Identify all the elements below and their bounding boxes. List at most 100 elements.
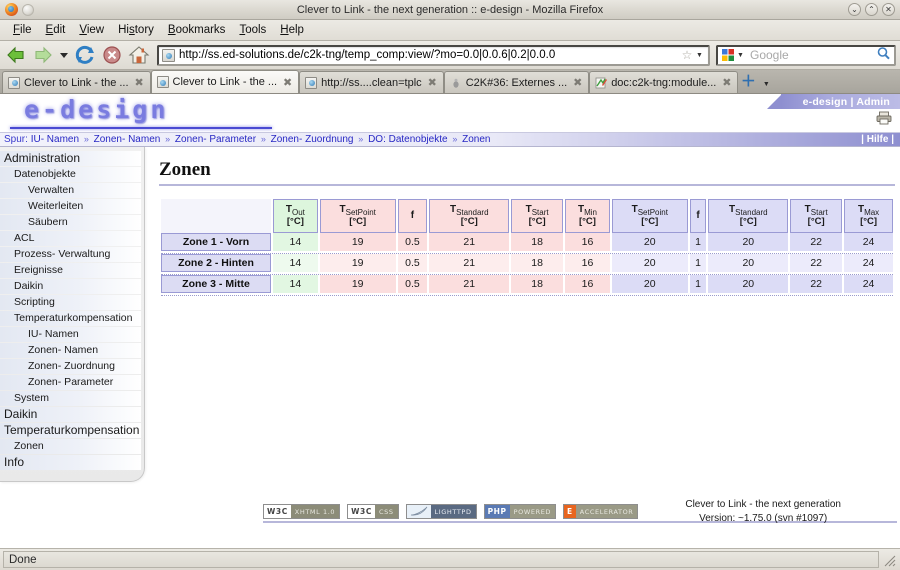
- url-text[interactable]: http://ss.ed-solutions.de/c2k-tng/temp_c…: [179, 49, 680, 61]
- sidebar-item-verwalten[interactable]: Verwalten: [0, 183, 141, 198]
- menu-file[interactable]: File: [6, 22, 39, 38]
- sidebar-item-weiterleiten[interactable]: Weiterleiten: [0, 199, 141, 214]
- tab-0[interactable]: Clever to Link - the ... ✖: [2, 71, 151, 93]
- cell-r2-c10[interactable]: 24: [844, 275, 893, 293]
- home-icon[interactable]: [127, 43, 151, 67]
- tab-3[interactable]: C2K#36: Externes ... ✖: [443, 71, 590, 93]
- resize-grip[interactable]: [881, 552, 897, 568]
- sidebar-item-zonen-namen[interactable]: Zonen- Namen: [0, 343, 141, 358]
- breadcrumb-item-2[interactable]: Zonen- Parameter: [175, 134, 256, 145]
- cell-r0-c8[interactable]: 20: [708, 233, 789, 251]
- menu-view[interactable]: View: [72, 22, 111, 38]
- bookmark-star-icon[interactable]: ☆: [680, 48, 694, 62]
- sidebar-item-prozess-verwaltung[interactable]: Prozess- Verwaltung: [0, 247, 141, 262]
- stop-icon[interactable]: [100, 43, 124, 67]
- cell-r0-c6[interactable]: 20: [611, 233, 688, 251]
- tab-list-dropdown-icon[interactable]: ▼: [758, 81, 774, 93]
- menu-help[interactable]: Help: [273, 22, 311, 38]
- sidebar-item-zonen[interactable]: Zonen: [0, 439, 141, 454]
- cell-r2-c0[interactable]: 14: [273, 275, 318, 293]
- table-row[interactable]: Zone 1 - Vorn 14 19 0.5 21 18 16 20 1 20 22 24: [161, 233, 893, 251]
- breadcrumb-item-0[interactable]: IU- Namen: [31, 134, 79, 145]
- sidebar-item-temperaturkompensation[interactable]: Temperaturkompensation: [0, 311, 141, 326]
- sidebar-item-datenobjekte[interactable]: Datenobjekte: [0, 167, 141, 182]
- close-icon[interactable]: ✖: [571, 76, 584, 89]
- table-row[interactable]: Zone 3 - Mitte 14 19 0.5 21 18 16 20 1 20 22 24: [161, 275, 893, 293]
- badge-xhtml-1-0[interactable]: W3C XHTML 1.0: [263, 504, 341, 519]
- close-icon[interactable]: ✖: [720, 76, 733, 89]
- cell-r0-c3[interactable]: 21: [429, 233, 510, 251]
- history-dropdown-icon[interactable]: [58, 43, 70, 67]
- sidebar-item-info[interactable]: Info: [0, 455, 141, 470]
- tab-4[interactable]: doc:c2k-tng:module... ✖: [589, 71, 739, 93]
- url-dropdown-icon[interactable]: ▼: [694, 52, 705, 59]
- maximize-button[interactable]: ⌃: [865, 3, 878, 16]
- cell-r1-c1[interactable]: 19: [319, 254, 396, 272]
- row-label[interactable]: Zone 2 - Hinten: [161, 254, 271, 272]
- close-icon[interactable]: ✖: [426, 76, 439, 89]
- sidebar-item-zonen-zuordnung[interactable]: Zonen- Zuordnung: [0, 359, 141, 374]
- cell-r1-c2[interactable]: 0.5: [397, 254, 428, 272]
- table-row[interactable]: Zone 2 - Hinten 14 19 0.5 21 18 16 20 1 20 22 24: [161, 254, 893, 272]
- sidebar-item-s-ubern[interactable]: Säubern: [0, 215, 141, 230]
- close-icon[interactable]: ✖: [133, 76, 146, 89]
- cell-r0-c7[interactable]: 1: [689, 233, 707, 251]
- cell-r0-c10[interactable]: 24: [844, 233, 893, 251]
- sidebar-item-administration[interactable]: Administration: [0, 151, 141, 166]
- cell-r1-c4[interactable]: 18: [511, 254, 564, 272]
- badge-powered[interactable]: PHP POWERED: [483, 504, 557, 519]
- search-input[interactable]: Google: [746, 48, 876, 62]
- sidebar-item-system[interactable]: System: [0, 391, 141, 406]
- magnifier-icon[interactable]: [876, 46, 891, 64]
- sidebar-item-daikin[interactable]: Daikin: [0, 407, 141, 422]
- breadcrumb-item-4[interactable]: DO: Datenobjekte: [368, 134, 448, 145]
- menu-edit[interactable]: Edit: [39, 22, 73, 38]
- admin-badge[interactable]: e-design | Admin: [766, 94, 900, 109]
- cell-r0-c2[interactable]: 0.5: [397, 233, 428, 251]
- url-bar[interactable]: http://ss.ed-solutions.de/c2k-tng/temp_c…: [157, 44, 710, 66]
- cell-r2-c8[interactable]: 20: [708, 275, 789, 293]
- search-engine-dropdown-icon[interactable]: ▼: [735, 52, 746, 59]
- cell-r2-c3[interactable]: 21: [429, 275, 510, 293]
- cell-r2-c9[interactable]: 22: [790, 275, 843, 293]
- search-bar[interactable]: ▼ Google: [716, 44, 896, 66]
- cell-r0-c9[interactable]: 22: [790, 233, 843, 251]
- cell-r1-c7[interactable]: 1: [689, 254, 707, 272]
- menu-tools[interactable]: Tools: [232, 22, 273, 38]
- sidebar-item-temperaturkompensation[interactable]: Temperaturkompensation: [0, 423, 141, 438]
- forward-arrow-icon[interactable]: [31, 43, 55, 67]
- reload-icon[interactable]: [73, 43, 97, 67]
- sidebar-item-acl[interactable]: ACL: [0, 231, 141, 246]
- breadcrumb-item-3[interactable]: Zonen- Zuordnung: [271, 134, 354, 145]
- cell-r2-c5[interactable]: 16: [565, 275, 610, 293]
- menu-bookmarks[interactable]: Bookmarks: [161, 22, 233, 38]
- row-label[interactable]: Zone 3 - Mitte: [161, 275, 271, 293]
- new-tab-button[interactable]: ＋: [738, 70, 758, 93]
- sidebar-item-iu-namen[interactable]: IU- Namen: [0, 327, 141, 342]
- window-menu-icon[interactable]: [22, 3, 34, 16]
- cell-r1-c0[interactable]: 14: [273, 254, 318, 272]
- cell-r0-c0[interactable]: 14: [273, 233, 318, 251]
- cell-r2-c4[interactable]: 18: [511, 275, 564, 293]
- breadcrumb-item-5[interactable]: Zonen: [462, 134, 490, 145]
- cell-r1-c6[interactable]: 20: [611, 254, 688, 272]
- cell-r2-c7[interactable]: 1: [689, 275, 707, 293]
- badge-lighttpd[interactable]: LIGHTTPD: [405, 504, 477, 519]
- cell-r1-c5[interactable]: 16: [565, 254, 610, 272]
- sidebar-item-ereignisse[interactable]: Ereignisse: [0, 263, 141, 278]
- cell-r2-c1[interactable]: 19: [319, 275, 396, 293]
- sidebar-item-daikin[interactable]: Daikin: [0, 279, 141, 294]
- printer-icon[interactable]: [876, 111, 892, 125]
- cell-r2-c2[interactable]: 0.5: [397, 275, 428, 293]
- badge-accelerator[interactable]: E ACCELERATOR: [563, 504, 639, 519]
- badge-css[interactable]: W3C CSS: [347, 504, 399, 519]
- help-link[interactable]: | Hilfe |: [861, 134, 894, 145]
- breadcrumb-item-1[interactable]: Zonen- Namen: [94, 134, 161, 145]
- row-label[interactable]: Zone 1 - Vorn: [161, 233, 271, 251]
- back-arrow-icon[interactable]: [4, 43, 28, 67]
- cell-r0-c1[interactable]: 19: [319, 233, 396, 251]
- cell-r1-c3[interactable]: 21: [429, 254, 510, 272]
- cell-r1-c10[interactable]: 24: [844, 254, 893, 272]
- cell-r0-c4[interactable]: 18: [511, 233, 564, 251]
- close-button[interactable]: ✕: [882, 3, 895, 16]
